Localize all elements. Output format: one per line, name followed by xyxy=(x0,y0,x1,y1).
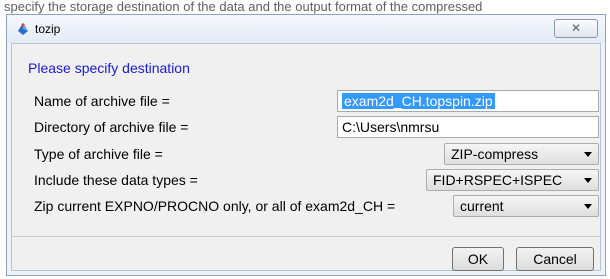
directory-label: Directory of archive file = xyxy=(34,119,189,135)
chevron-down-icon xyxy=(584,204,592,209)
button-divider xyxy=(12,236,600,237)
scope-label: Zip current EXPNO/PROCNO only, or all of… xyxy=(34,198,396,214)
data-types-value: FID+RSPEC+ISPEC xyxy=(433,172,563,188)
close-icon: ✕ xyxy=(570,21,582,35)
data-types-select[interactable]: FID+RSPEC+ISPEC xyxy=(426,169,599,191)
window-title: tozip xyxy=(35,22,61,36)
scope-value: current xyxy=(460,198,504,214)
chevron-down-icon xyxy=(584,178,592,183)
directory-value: C:\Users\nmrsu xyxy=(342,119,440,135)
topspin-app-icon xyxy=(16,22,30,36)
archive-type-select[interactable]: ZIP-compress xyxy=(444,143,599,165)
archive-type-value: ZIP-compress xyxy=(451,146,539,162)
cancel-button[interactable]: Cancel xyxy=(516,247,594,271)
archive-name-label: Name of archive file = xyxy=(34,93,170,109)
dialog-content: Please specify destination Name of archi… xyxy=(11,43,601,271)
background-window-text: specify the storage destination of the d… xyxy=(4,0,483,14)
close-button[interactable]: ✕ xyxy=(554,19,598,38)
title-bar[interactable]: tozip ✕ xyxy=(7,15,605,43)
chevron-down-icon xyxy=(584,152,592,157)
directory-field[interactable]: C:\Users\nmrsu xyxy=(337,116,599,138)
data-types-label: Include these data types = xyxy=(34,172,198,188)
destination-heading: Please specify destination xyxy=(28,60,190,76)
scope-select[interactable]: current xyxy=(453,195,599,217)
archive-name-value: exam2d_CH.topspin.zip xyxy=(342,93,495,109)
archive-type-label: Type of archive file = xyxy=(34,146,163,162)
archive-name-field[interactable]: exam2d_CH.topspin.zip xyxy=(337,90,599,112)
ok-button[interactable]: OK xyxy=(452,247,504,271)
tozip-dialog: tozip ✕ Please specify destination Name … xyxy=(6,14,606,276)
